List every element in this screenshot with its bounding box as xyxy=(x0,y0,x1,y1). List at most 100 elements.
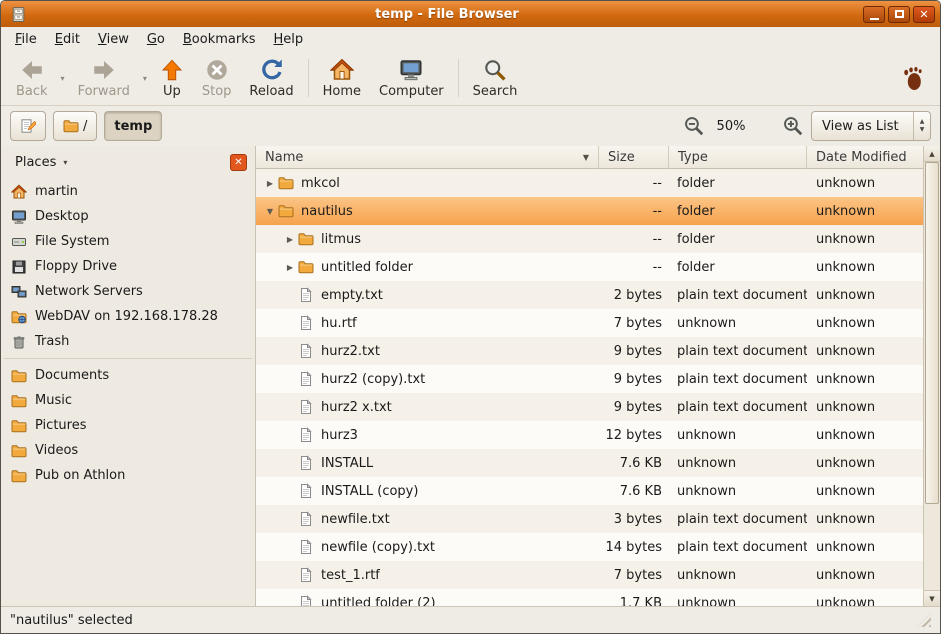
sidebar-item-videos[interactable]: Videos xyxy=(1,438,255,463)
table-row[interactable]: newfile (copy).txt14 bytesplain text doc… xyxy=(256,533,923,561)
sidebar-item-label: WebDAV on 192.168.178.28 xyxy=(35,309,218,324)
table-row[interactable]: hu.rtf7 bytesunknownunknown xyxy=(256,309,923,337)
file-name-label: nautilus xyxy=(301,204,353,219)
table-row[interactable]: hurz312 bytesunknownunknown xyxy=(256,421,923,449)
up-button[interactable]: Up xyxy=(151,55,193,102)
file-name-cell: hurz2 (copy).txt xyxy=(256,371,599,387)
resize-grip[interactable] xyxy=(917,613,931,627)
file-size-cell: 7.6 KB xyxy=(599,456,669,471)
forward-button: Forward xyxy=(69,55,139,102)
table-row[interactable]: newfile.txt3 bytesplain text documentunk… xyxy=(256,505,923,533)
sidebar-item-martin[interactable]: martin xyxy=(1,179,255,204)
table-row[interactable]: ▶litmus--folderunknown xyxy=(256,225,923,253)
folder-icon xyxy=(278,203,294,219)
zoom-out-button[interactable] xyxy=(683,115,705,137)
table-row[interactable]: INSTALL7.6 KBunknownunknown xyxy=(256,449,923,477)
menu-bookmarks[interactable]: Bookmarks xyxy=(175,30,264,49)
sidebar-item-music[interactable]: Music xyxy=(1,388,255,413)
file-type-cell: unknown xyxy=(669,484,807,499)
sidebar-item-file-system[interactable]: File System xyxy=(1,229,255,254)
webdav-icon xyxy=(11,309,27,325)
column-header-name[interactable]: Name▼ xyxy=(256,146,599,169)
titlebar[interactable]: temp - File Browser ✕ xyxy=(1,1,940,27)
column-header-size[interactable]: Size xyxy=(599,146,669,169)
sidebar-item-label: martin xyxy=(35,184,78,199)
file-icon xyxy=(298,427,314,443)
table-row[interactable]: ▶untitled folder--folderunknown xyxy=(256,253,923,281)
table-row[interactable]: INSTALL (copy)7.6 KBunknownunknown xyxy=(256,477,923,505)
folder-icon xyxy=(63,118,79,134)
maximize-button[interactable] xyxy=(888,6,910,23)
table-row[interactable]: ▶mkcol--folderunknown xyxy=(256,169,923,197)
file-modified-cell: unknown xyxy=(807,232,923,247)
file-name-label: empty.txt xyxy=(321,288,383,303)
table-row[interactable]: hurz2 (copy).txt9 bytesplain text docume… xyxy=(256,365,923,393)
menu-go[interactable]: Go xyxy=(139,30,173,49)
file-name-label: newfile.txt xyxy=(321,512,390,527)
sidebar-item-label: Pub on Athlon xyxy=(35,468,125,483)
view-as-combo[interactable]: View as List ▲▼ xyxy=(811,111,931,141)
column-header-type[interactable]: Type xyxy=(669,146,807,169)
floppy-icon xyxy=(11,259,27,275)
places-dropdown[interactable]: Places ▾ xyxy=(9,151,73,174)
expander-expanded-icon[interactable]: ▼ xyxy=(262,207,278,216)
table-row[interactable]: ▼nautilus--folderunknown xyxy=(256,197,923,225)
sidebar-item-floppy-drive[interactable]: Floppy Drive xyxy=(1,254,255,279)
file-name-cell: hu.rtf xyxy=(256,315,599,331)
sidebar-item-webdav-on-192-168-178-28[interactable]: WebDAV on 192.168.178.28 xyxy=(1,304,255,329)
menu-view[interactable]: View xyxy=(90,30,137,49)
folder-icon xyxy=(11,468,27,484)
scroll-down-button[interactable]: ▼ xyxy=(924,590,940,606)
view-as-label: View as List xyxy=(822,119,913,134)
column-header-label: Name xyxy=(265,150,303,165)
file-name-cell: untitled folder (2) xyxy=(256,595,599,606)
menu-edit[interactable]: Edit xyxy=(47,30,88,49)
scroll-up-button[interactable]: ▲ xyxy=(924,146,940,162)
scrollbar-track[interactable] xyxy=(924,162,940,590)
menu-file[interactable]: File xyxy=(7,30,45,49)
expander-collapsed-icon[interactable]: ▶ xyxy=(282,263,298,272)
menu-help[interactable]: Help xyxy=(266,30,312,49)
sidebar-close-button[interactable]: ✕ xyxy=(230,154,247,171)
close-button[interactable]: ✕ xyxy=(913,6,935,23)
arrow-left-icon xyxy=(20,58,44,82)
file-icon xyxy=(298,343,314,359)
sidebar-item-desktop[interactable]: Desktop xyxy=(1,204,255,229)
path-root-button[interactable]: / xyxy=(53,111,97,141)
table-row[interactable]: hurz2.txt9 bytesplain text documentunkno… xyxy=(256,337,923,365)
sidebar-separator xyxy=(4,358,252,359)
edit-location-button[interactable] xyxy=(10,111,46,141)
file-size-cell: 2 bytes xyxy=(599,288,669,303)
zoom-in-button[interactable] xyxy=(782,115,804,137)
sidebar-item-label: Music xyxy=(35,393,72,408)
sidebar-item-documents[interactable]: Documents xyxy=(1,363,255,388)
sidebar-item-network-servers[interactable]: Network Servers xyxy=(1,279,255,304)
file-size-cell: -- xyxy=(599,204,669,219)
file-type-cell: plain text document xyxy=(669,344,807,359)
reload-button[interactable]: Reload xyxy=(240,55,302,102)
edit-location-icon xyxy=(20,118,36,134)
zoom-level: 50% xyxy=(712,119,750,134)
table-row[interactable]: empty.txt2 bytesplain text documentunkno… xyxy=(256,281,923,309)
expander-collapsed-icon[interactable]: ▶ xyxy=(282,235,298,244)
sidebar-item-trash[interactable]: Trash xyxy=(1,329,255,354)
vertical-scrollbar[interactable]: ▲ ▼ xyxy=(923,146,940,606)
table-row[interactable]: hurz2 x.txt9 bytesplain text documentunk… xyxy=(256,393,923,421)
file-type-cell: unknown xyxy=(669,568,807,583)
scrollbar-thumb[interactable] xyxy=(925,162,939,504)
sidebar-item-label: Pictures xyxy=(35,418,86,433)
expander-collapsed-icon[interactable]: ▶ xyxy=(262,179,278,188)
home-button[interactable]: Home xyxy=(314,55,370,102)
file-type-cell: folder xyxy=(669,232,807,247)
search-button[interactable]: Search xyxy=(464,55,527,102)
column-header-date-modified[interactable]: Date Modified xyxy=(807,146,923,169)
table-row[interactable]: untitled folder (2)1.7 KBunknownunknown xyxy=(256,589,923,606)
minimize-button[interactable] xyxy=(863,6,885,23)
table-row[interactable]: test_1.rtf7 bytesunknownunknown xyxy=(256,561,923,589)
sidebar-item-pictures[interactable]: Pictures xyxy=(1,413,255,438)
sidebar-item-pub-on-athlon[interactable]: Pub on Athlon xyxy=(1,463,255,488)
path-current-button[interactable]: temp xyxy=(104,111,162,141)
sidebar-item-label: Videos xyxy=(35,443,78,458)
file-size-cell: -- xyxy=(599,176,669,191)
computer-button[interactable]: Computer xyxy=(370,55,453,102)
